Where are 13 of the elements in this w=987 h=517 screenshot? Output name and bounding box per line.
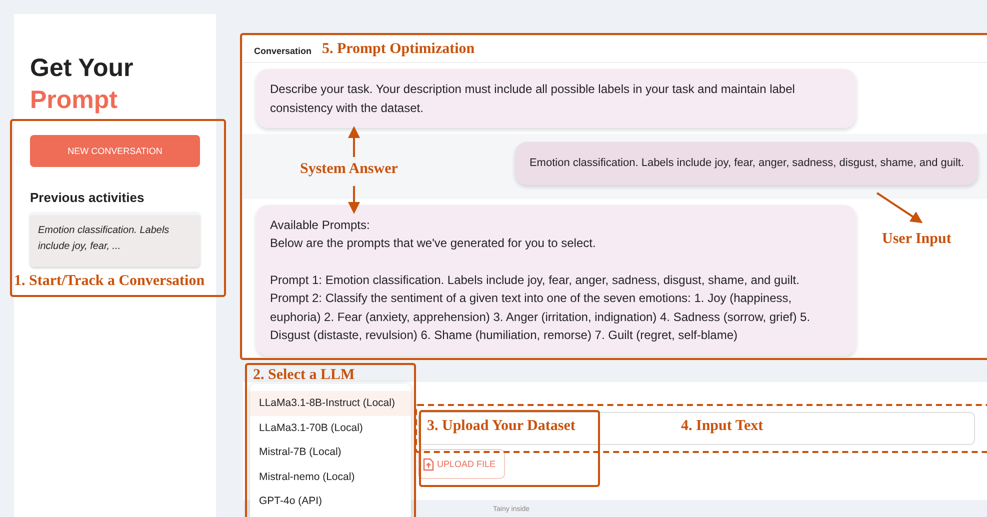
- annotation-label: 4. Input Text: [681, 417, 764, 435]
- app-title-accent: Prompt: [30, 85, 118, 116]
- user-message: Emotion classification. Labels include joy, fear, anger, sadness, disgust, shame, and guilt.: [515, 142, 978, 184]
- system-message: Describe your task. Your description must include all possible labels in your task and maintain label consistency with the dataset.: [256, 69, 856, 128]
- annotation-label: System Answer: [300, 160, 398, 178]
- annotation-label: 5. Prompt Optimization: [322, 40, 475, 58]
- annotation-label: User Input: [882, 230, 952, 248]
- app-title: Get Your: [30, 53, 134, 84]
- annotation-label: 3. Upload Your Dataset: [427, 417, 576, 435]
- system-message: Available Prompts: Below are the prompts that we've generated for you to select. Prompt 1: Emotion classification. Labels include joy, fear, anger, sadness, disgust, shame, and guilt. Prompt 2: Classify the sentiment of a given text into one of the seven emotions: 1. Joy (happiness, euphoria) 2. Fear (anxiety, apprehension) 3. Anger (irritation, indignation) 4. Sadness (sorrow, grief) 5. Disgust (distaste, revulsion) 6. Shame (humiliation, remorse) 7. Guilt (regret, self-blame): [256, 204, 856, 356]
- annotation-label: 1. Start/Track a Conversation: [14, 272, 205, 290]
- section-title: Previous activities: [30, 190, 144, 205]
- annotation-label: 2. Select a LLM: [253, 366, 355, 384]
